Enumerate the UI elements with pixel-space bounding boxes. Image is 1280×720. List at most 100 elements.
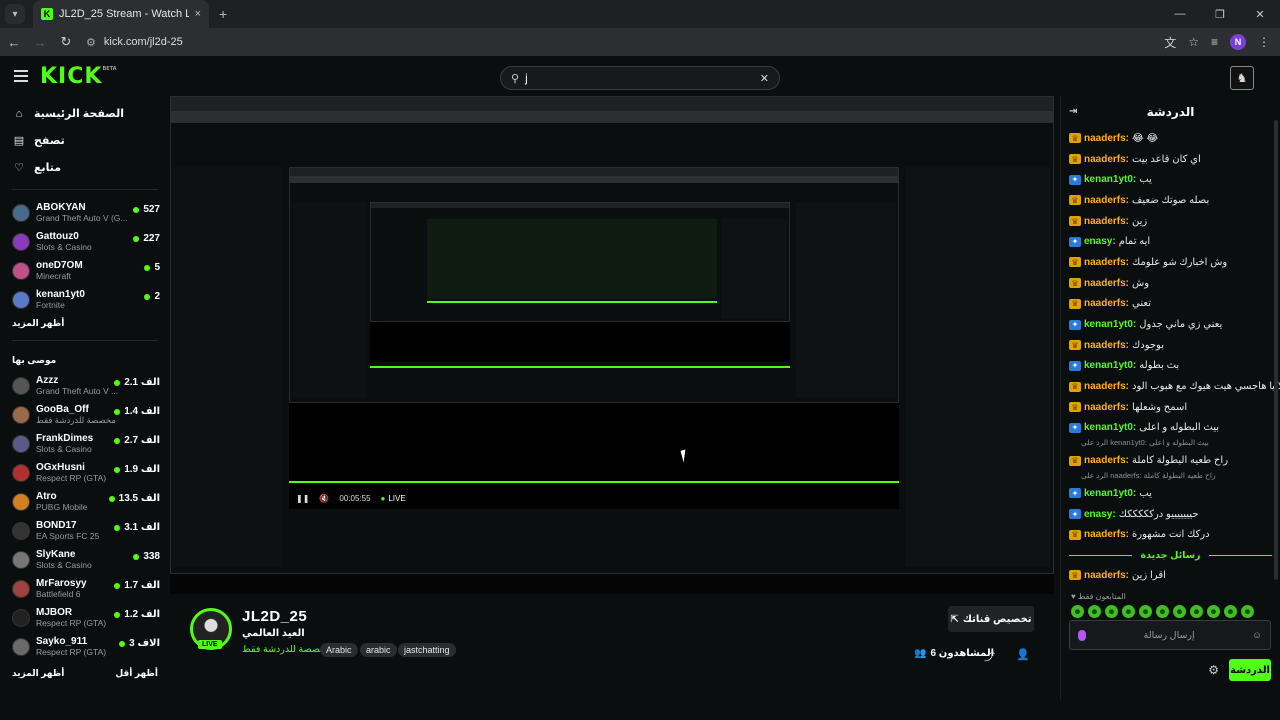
video-player[interactable]: ❚❚ 🔇 00:05:55 LIVE <box>170 96 1054 594</box>
chat-username[interactable]: naaderfs: <box>1084 340 1129 351</box>
translate-icon[interactable]: 文 <box>1164 34 1176 51</box>
url-field[interactable]: ⚙ kick.com/jl2d-25 <box>86 31 1146 53</box>
chat-username[interactable]: naaderfs: <box>1084 278 1129 289</box>
kick-logo[interactable]: KICKBETA <box>40 64 117 89</box>
share-icon[interactable]: ⤴ <box>984 648 995 664</box>
new-messages-divider[interactable]: رسائل جديدة <box>1061 545 1280 565</box>
sidebar-channel[interactable]: Azzz Grand Theft Auto V ... 2.1 الف <box>0 371 170 400</box>
channel-avatar <box>12 579 30 598</box>
emote-icon[interactable]: ☻ <box>1207 604 1220 618</box>
smiley-icon[interactable]: ☺ <box>1252 630 1262 641</box>
sidebar-nav-item[interactable]: ⌂ الصفحة الرئيسية <box>0 100 170 127</box>
customize-channel-button[interactable]: ⇱ تخصيص قناتك <box>948 606 1034 632</box>
collapse-chat-icon[interactable]: ⇥ <box>1069 106 1077 117</box>
sidebar-nav-item[interactable]: ♡ متابع <box>0 154 170 181</box>
chat-username[interactable]: kenan1yt0: <box>1084 360 1136 371</box>
emote-icon[interactable]: ☻ <box>1105 604 1118 618</box>
mute-icon[interactable]: 🔇 <box>319 494 329 503</box>
emote-icon[interactable]: ☻ <box>1071 604 1084 618</box>
chat-username[interactable]: naaderfs: <box>1084 402 1129 413</box>
sidebar-channel[interactable]: OGxHusni Respect RP (GTA) 1.9 الف <box>0 458 170 487</box>
chat-username[interactable]: naaderfs: <box>1084 154 1129 165</box>
sidebar-channel[interactable]: Atro PUBG Mobile 13.5 الف <box>0 487 170 516</box>
browser-tab[interactable]: K JL2D_25 Stream - Watch Live o × <box>33 0 209 28</box>
sidebar-channel[interactable]: kenan1yt0 Fortnite 2 <box>0 285 170 314</box>
tag-arabic[interactable]: Arabic <box>320 643 358 657</box>
sidebar-channel[interactable]: BOND17 EA Sports FC 25 3.1 الف <box>0 516 170 545</box>
viewer-number: 2.7 الف <box>124 435 160 446</box>
chat-username[interactable]: naaderfs: <box>1084 455 1129 466</box>
chat-username[interactable]: naaderfs: <box>1084 216 1129 227</box>
site-info-icon[interactable]: ⚙ <box>86 36 96 49</box>
channel-name[interactable]: JL2D_25 <box>242 608 307 625</box>
tag-jastchatting[interactable]: jastchatting <box>398 643 456 657</box>
bookmark-star-icon[interactable]: ☆ <box>1188 35 1199 49</box>
sidebar-channel[interactable]: GooBa_Off مخصصة للدردشة فقط 1.4 الف <box>0 400 170 429</box>
sidebar-divider <box>12 340 158 341</box>
tab-search-icon[interactable]: ▾ <box>5 4 25 24</box>
emote-icon[interactable]: ☻ <box>1122 604 1135 618</box>
tag-arabic-lower[interactable]: arabic <box>360 643 397 657</box>
emote-icon[interactable]: ☻ <box>1139 604 1152 618</box>
sidebar-nav-item[interactable]: ▤ تصفح <box>0 127 170 154</box>
reload-icon[interactable]: ↻ <box>54 34 78 50</box>
emote-icon[interactable]: ☻ <box>1241 604 1254 618</box>
sidebar-channel[interactable]: Sayko_911 Respect RP (GTA) 3 الاف <box>0 632 170 661</box>
chat-username[interactable]: naaderfs: <box>1084 570 1129 581</box>
emote-picker-icon[interactable] <box>1078 629 1086 641</box>
chat-username[interactable]: kenan1yt0: <box>1084 174 1136 185</box>
restore-icon[interactable]: ❐ <box>1200 0 1240 28</box>
search-input[interactable]: ⚲ j ✕ <box>500 66 780 90</box>
chat-username[interactable]: enasy: <box>1084 509 1116 520</box>
page-scrollbar[interactable] <box>1274 120 1278 580</box>
emote-icon[interactable]: ☻ <box>1088 604 1101 618</box>
sidebar-channel[interactable]: oneD7OM Minecraft 5 <box>0 256 170 285</box>
kick-favicon-icon: K <box>41 8 53 20</box>
user-avatar[interactable]: ♞ <box>1230 66 1254 90</box>
chat-settings-icon[interactable]: ⚙ <box>1208 663 1219 677</box>
chat-send-button[interactable]: الدردشة <box>1229 659 1271 681</box>
follow-user-icon[interactable]: 👤 <box>1016 648 1030 661</box>
chat-message: ✦ kenan1yt0: يب <box>1061 169 1280 190</box>
chat-username[interactable]: naaderfs: <box>1084 298 1129 309</box>
chat-username[interactable]: naaderfs: <box>1084 133 1129 144</box>
media-icon[interactable]: ≡ <box>1211 35 1218 49</box>
show-more-followed[interactable]: أظهر المزيد <box>0 314 170 332</box>
chat-username[interactable]: naaderfs: <box>1084 257 1129 268</box>
sidebar-channel[interactable]: Gattouz0 Slots & Casino 227 <box>0 227 170 256</box>
chat-message-input[interactable]: إرسال رسالة ☺ <box>1069 620 1271 650</box>
profile-avatar[interactable]: N <box>1230 34 1246 50</box>
emote-icon[interactable]: ☻ <box>1156 604 1169 618</box>
emote-icon[interactable]: ☻ <box>1173 604 1186 618</box>
chat-username[interactable]: enasy: <box>1084 236 1116 247</box>
new-tab-button[interactable]: + <box>219 6 227 22</box>
menu-dots-icon[interactable]: ⋮ <box>1258 35 1270 49</box>
show-more-recommended[interactable]: أظهر المزيد <box>12 668 64 679</box>
channel-avatar <box>12 203 30 222</box>
reply-context: الرد على naaderfs: راح طعيه البطولة كامل… <box>1081 471 1216 480</box>
emote-icon[interactable]: ☻ <box>1190 604 1203 618</box>
stream-category[interactable]: مخصصة للدردشة فقط <box>242 644 331 655</box>
sidebar-channel[interactable]: FrankDimes Slots & Casino 2.7 الف <box>0 429 170 458</box>
sidebar-channel[interactable]: ABOKYAN Grand Theft Auto V (G... 527 <box>0 198 170 227</box>
chat-username[interactable]: naaderfs: <box>1084 381 1129 392</box>
chat-username[interactable]: kenan1yt0: <box>1084 319 1136 330</box>
close-window-icon[interactable]: ✕ <box>1240 0 1280 28</box>
show-less-recommended[interactable]: أظهر أقل <box>115 668 158 679</box>
chat-username[interactable]: kenan1yt0: <box>1084 488 1136 499</box>
hamburger-menu-icon[interactable] <box>14 70 28 82</box>
pause-icon[interactable]: ❚❚ <box>296 494 309 503</box>
emote-icon[interactable]: ☻ <box>1224 604 1237 618</box>
minimize-icon[interactable]: — <box>1160 0 1200 28</box>
back-icon[interactable]: ← <box>2 35 26 50</box>
forward-icon[interactable]: → <box>28 35 52 50</box>
channel-avatar <box>12 405 30 424</box>
chat-username[interactable]: naaderfs: <box>1084 195 1129 206</box>
clear-search-icon[interactable]: ✕ <box>760 72 769 85</box>
tab-close-icon[interactable]: × <box>195 8 201 20</box>
sidebar-channel[interactable]: MrFarosyy Battlefield 6 1.7 الف <box>0 574 170 603</box>
sidebar-channel[interactable]: SlyKane Slots & Casino 338 <box>0 545 170 574</box>
chat-username[interactable]: kenan1yt0: <box>1084 422 1136 433</box>
chat-username[interactable]: naaderfs: <box>1084 529 1129 540</box>
sidebar-channel[interactable]: MJBOR Respect RP (GTA) 1.2 الف <box>0 603 170 632</box>
